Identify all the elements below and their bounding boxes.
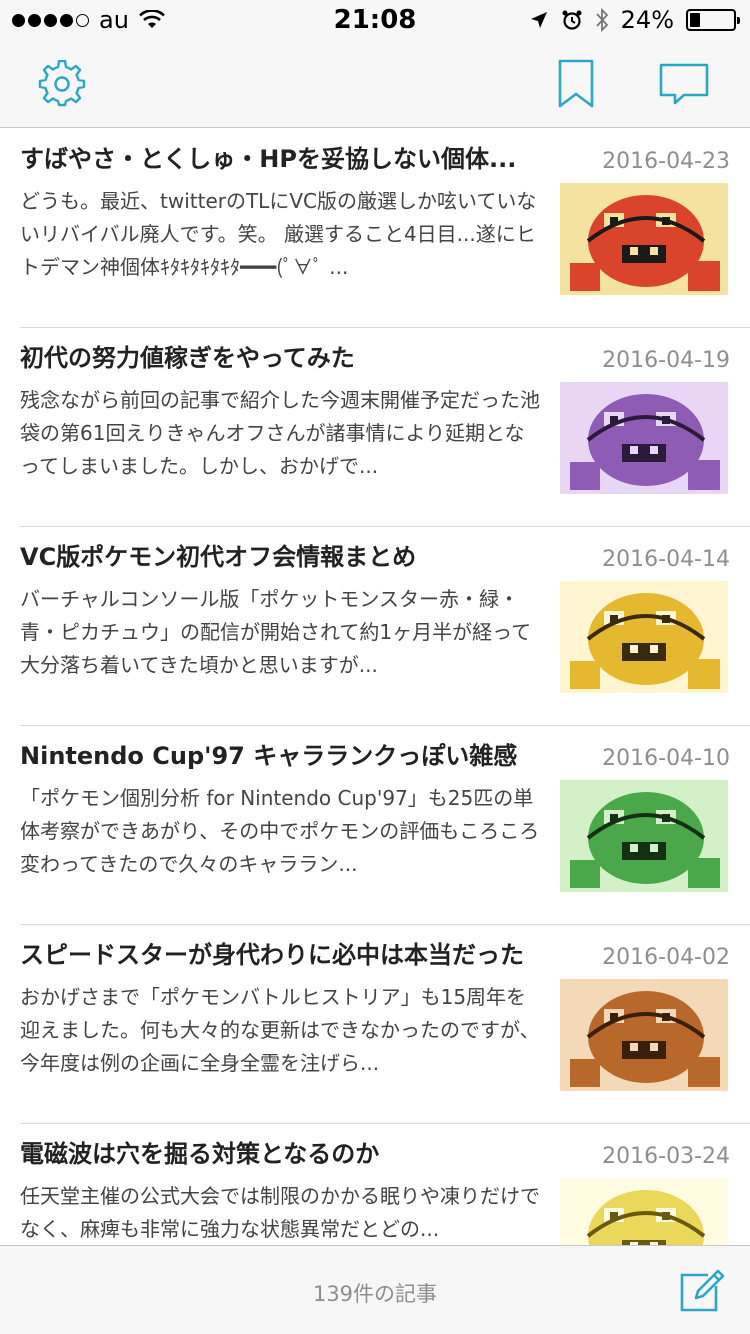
article-thumbnail — [560, 581, 728, 693]
article-excerpt: 「ポケモン個別分析 for Nintendo Cup'97」も25匹の単体考察が… — [20, 786, 540, 876]
bluetooth-icon — [595, 8, 608, 32]
article-date: 2016-04-10 — [602, 746, 730, 771]
article-excerpt: 残念ながら前回の記事で紹介した今週末開催予定だった池袋の第61回えりきゃんオフさ… — [20, 388, 540, 478]
article-thumbnail — [560, 979, 728, 1091]
article-row[interactable]: すばやさ・とくしゅ・HPを妥協しない個体... 2016-04-23 どうも。最近、… — [20, 129, 750, 328]
article-title: VC版ポケモン初代オフ会情報まとめ — [20, 543, 417, 571]
article-row[interactable]: スピードスターが身代わりに必中は本当だった 2016-04-02 おかげさまで「ポケ… — [20, 925, 750, 1124]
compose-icon — [680, 1269, 725, 1312]
article-title: 電磁波は穴を掘る対策となるのか — [20, 1140, 380, 1168]
location-icon — [530, 12, 547, 28]
comments-button[interactable] — [658, 58, 710, 110]
bookmark-icon — [558, 59, 594, 108]
comment-icon — [659, 63, 709, 105]
battery-icon — [686, 9, 740, 31]
article-date: 2016-04-14 — [602, 547, 730, 572]
article-row[interactable]: 初代の努力値稼ぎをやってみた 2016-04-19 残念ながら前回の記事で紹介した今… — [20, 328, 750, 527]
bookmarks-button[interactable] — [550, 58, 602, 110]
article-title: すばやさ・とくしゅ・HPを妥協しない個体... — [20, 145, 517, 173]
alarm-icon — [562, 10, 582, 30]
article-count: 139件の記事 — [312, 1282, 438, 1306]
article-row[interactable]: VC版ポケモン初代オフ会情報まとめ 2016-04-14 バーチャルコンソール版「ポ… — [20, 527, 750, 726]
nav-bar — [0, 40, 750, 128]
article-title: スピードスターが身代わりに必中は本当だった — [20, 941, 524, 969]
article-date: 2016-03-24 — [602, 1144, 730, 1169]
article-excerpt: 任天堂主催の公式大会では制限のかかる眠りや凍りだけでなく、麻痺も非常に強力な状態… — [20, 1184, 540, 1241]
article-title: Nintendo Cup'97 キャラランクっぽい雑感 — [20, 742, 518, 770]
battery-percent: 24% — [620, 6, 674, 34]
article-excerpt: おかげさまで「ポケモンバトルヒストリア」も15周年を迎えました。何も大々的な更新… — [20, 985, 540, 1075]
status-bar: au 21:08 24% — [0, 0, 750, 40]
article-excerpt: バーチャルコンソール版「ポケットモンスター赤・緑・青・ピカチュウ」の配信が開始さ… — [20, 587, 532, 677]
status-right: 24% — [529, 6, 740, 34]
article-row[interactable]: Nintendo Cup'97 キャラランクっぽい雑感 2016-04-10 「ポケ… — [20, 726, 750, 925]
article-list[interactable]: すばやさ・とくしゅ・HPを妥協しない個体... 2016-04-23 どうも。最近、… — [0, 129, 750, 1245]
article-date: 2016-04-02 — [602, 945, 730, 970]
article-date: 2016-04-19 — [602, 348, 730, 373]
gear-icon — [38, 60, 86, 107]
compose-button[interactable] — [678, 1266, 726, 1314]
article-thumbnail — [560, 1178, 728, 1245]
bottom-toolbar: 139件の記事 — [0, 1245, 750, 1334]
article-title: 初代の努力値稼ぎをやってみた — [20, 344, 355, 372]
article-excerpt: どうも。最近、twitterのTLにVC版の厳選しか呟いていないリバイバル廃人で… — [20, 189, 537, 279]
article-thumbnail — [560, 183, 728, 295]
article-row[interactable]: 電磁波は穴を掘る対策となるのか 2016-03-24 任天堂主催の公式大会では制限の… — [20, 1124, 750, 1245]
article-thumbnail — [560, 780, 728, 892]
article-date: 2016-04-23 — [602, 149, 730, 174]
article-thumbnail — [560, 382, 728, 494]
settings-button[interactable] — [36, 58, 88, 110]
battery-fill — [690, 13, 701, 27]
